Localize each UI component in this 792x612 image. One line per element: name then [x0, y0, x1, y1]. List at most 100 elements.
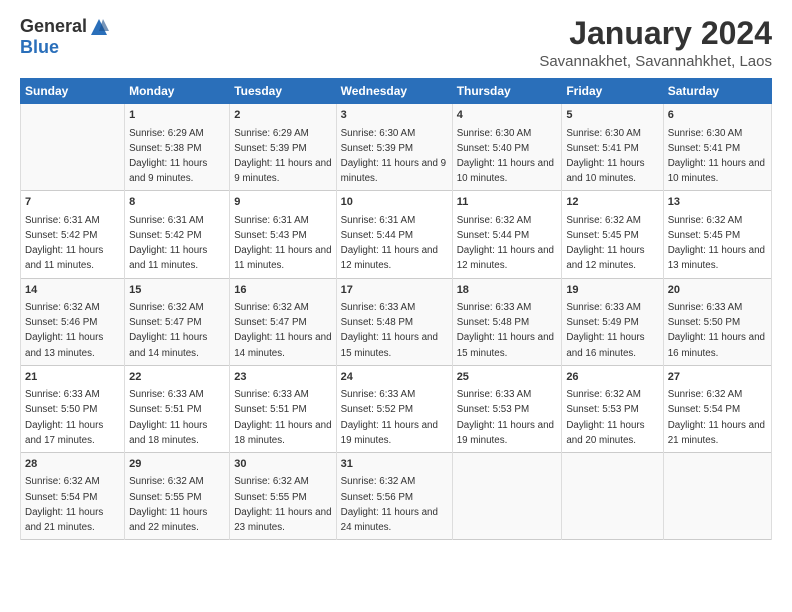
day-info: Sunrise: 6:32 AMSunset: 5:47 PMDaylight:… — [234, 302, 331, 359]
day-number: 4 — [457, 108, 558, 123]
day-number: 25 — [457, 370, 558, 385]
week-row-3: 21 Sunrise: 6:33 AMSunset: 5:50 PMDayligh… — [21, 365, 772, 452]
day-info: Sunrise: 6:33 AMSunset: 5:48 PMDaylight:… — [457, 302, 554, 359]
day-number: 31 — [341, 457, 448, 472]
header-friday: Friday — [562, 79, 663, 104]
day-info: Sunrise: 6:33 AMSunset: 5:53 PMDaylight:… — [457, 389, 554, 446]
day-number: 3 — [341, 108, 448, 123]
day-number: 19 — [566, 283, 658, 298]
header-tuesday: Tuesday — [230, 79, 336, 104]
day-number: 26 — [566, 370, 658, 385]
main-title: January 2024 — [539, 16, 772, 51]
day-number: 15 — [129, 283, 225, 298]
header-sunday: Sunday — [21, 79, 125, 104]
day-number: 20 — [668, 283, 767, 298]
cell-w0-d4: 4 Sunrise: 6:30 AMSunset: 5:40 PMDaylight… — [452, 104, 562, 191]
day-number: 24 — [341, 370, 448, 385]
cell-w1-d4: 11 Sunrise: 6:32 AMSunset: 5:44 PMDayligh… — [452, 191, 562, 278]
day-number: 7 — [25, 195, 120, 210]
cell-w1-d5: 12 Sunrise: 6:32 AMSunset: 5:45 PMDayligh… — [562, 191, 663, 278]
cell-w0-d5: 5 Sunrise: 6:30 AMSunset: 5:41 PMDaylight… — [562, 104, 663, 191]
day-info: Sunrise: 6:33 AMSunset: 5:51 PMDaylight:… — [234, 389, 331, 446]
day-info: Sunrise: 6:29 AMSunset: 5:39 PMDaylight:… — [234, 128, 331, 185]
cell-w2-d5: 19 Sunrise: 6:33 AMSunset: 5:49 PMDayligh… — [562, 278, 663, 365]
day-number: 18 — [457, 283, 558, 298]
day-info: Sunrise: 6:32 AMSunset: 5:53 PMDaylight:… — [566, 389, 644, 446]
cell-w3-d5: 26 Sunrise: 6:32 AMSunset: 5:53 PMDayligh… — [562, 365, 663, 452]
day-number: 12 — [566, 195, 658, 210]
calendar-table: Sunday Monday Tuesday Wednesday Thursday… — [20, 78, 772, 540]
day-number: 6 — [668, 108, 767, 123]
day-number: 10 — [341, 195, 448, 210]
day-number: 14 — [25, 283, 120, 298]
logo-blue: Blue — [20, 37, 59, 58]
day-number: 23 — [234, 370, 331, 385]
cell-w1-d2: 9 Sunrise: 6:31 AMSunset: 5:43 PMDaylight… — [230, 191, 336, 278]
day-number: 8 — [129, 195, 225, 210]
day-info: Sunrise: 6:30 AMSunset: 5:39 PMDaylight:… — [341, 128, 446, 185]
day-number: 9 — [234, 195, 331, 210]
logo: General Blue — [20, 16, 109, 58]
header: General Blue January 2024 Savannakhet, S… — [20, 16, 772, 70]
day-number: 30 — [234, 457, 331, 472]
day-info: Sunrise: 6:29 AMSunset: 5:38 PMDaylight:… — [129, 128, 207, 185]
cell-w1-d3: 10 Sunrise: 6:31 AMSunset: 5:44 PMDayligh… — [336, 191, 452, 278]
title-block: January 2024 Savannakhet, Savannahkhet, … — [539, 16, 772, 70]
day-info: Sunrise: 6:30 AMSunset: 5:40 PMDaylight:… — [457, 128, 554, 185]
day-info: Sunrise: 6:32 AMSunset: 5:55 PMDaylight:… — [234, 476, 331, 533]
day-info: Sunrise: 6:32 AMSunset: 5:55 PMDaylight:… — [129, 476, 207, 533]
cell-w1-d0: 7 Sunrise: 6:31 AMSunset: 5:42 PMDaylight… — [21, 191, 125, 278]
cell-w0-d2: 2Sunrise: 6:29 AMSunset: 5:39 PMDaylight… — [230, 104, 336, 191]
header-wednesday: Wednesday — [336, 79, 452, 104]
day-number: 17 — [341, 283, 448, 298]
cell-w2-d3: 17Sunrise: 6:33 AMSunset: 5:48 PMDayligh… — [336, 278, 452, 365]
cell-w0-d3: 3 Sunrise: 6:30 AMSunset: 5:39 PMDaylight… — [336, 104, 452, 191]
cell-w4-d5 — [562, 453, 663, 540]
cell-w2-d2: 16Sunrise: 6:32 AMSunset: 5:47 PMDayligh… — [230, 278, 336, 365]
header-thursday: Thursday — [452, 79, 562, 104]
day-info: Sunrise: 6:32 AMSunset: 5:45 PMDaylight:… — [566, 215, 644, 272]
day-number: 28 — [25, 457, 120, 472]
day-info: Sunrise: 6:33 AMSunset: 5:50 PMDaylight:… — [668, 302, 765, 359]
cell-w1-d6: 13 Sunrise: 6:32 AMSunset: 5:45 PMDayligh… — [663, 191, 771, 278]
cell-w3-d4: 25 Sunrise: 6:33 AMSunset: 5:53 PMDayligh… — [452, 365, 562, 452]
day-info: Sunrise: 6:31 AMSunset: 5:43 PMDaylight:… — [234, 215, 331, 272]
day-info: Sunrise: 6:32 AMSunset: 5:44 PMDaylight:… — [457, 215, 554, 272]
day-number: 13 — [668, 195, 767, 210]
cell-w0-d6: 6Sunrise: 6:30 AMSunset: 5:41 PMDaylight… — [663, 104, 771, 191]
cell-w3-d6: 27Sunrise: 6:32 AMSunset: 5:54 PMDayligh… — [663, 365, 771, 452]
sub-title: Savannakhet, Savannahkhet, Laos — [539, 53, 772, 70]
header-monday: Monday — [125, 79, 230, 104]
day-info: Sunrise: 6:32 AMSunset: 5:45 PMDaylight:… — [668, 215, 765, 272]
day-info: Sunrise: 6:32 AMSunset: 5:47 PMDaylight:… — [129, 302, 207, 359]
logo-general: General — [20, 16, 87, 37]
cell-w0-d1: 1Sunrise: 6:29 AMSunset: 5:38 PMDaylight… — [125, 104, 230, 191]
cell-w3-d2: 23 Sunrise: 6:33 AMSunset: 5:51 PMDayligh… — [230, 365, 336, 452]
cell-w3-d3: 24Sunrise: 6:33 AMSunset: 5:52 PMDayligh… — [336, 365, 452, 452]
day-info: Sunrise: 6:33 AMSunset: 5:49 PMDaylight:… — [566, 302, 644, 359]
day-number: 5 — [566, 108, 658, 123]
day-info: Sunrise: 6:32 AMSunset: 5:56 PMDaylight:… — [341, 476, 438, 533]
logo-icon — [89, 17, 109, 37]
cell-w4-d6 — [663, 453, 771, 540]
header-saturday: Saturday — [663, 79, 771, 104]
cell-w2-d4: 18 Sunrise: 6:33 AMSunset: 5:48 PMDayligh… — [452, 278, 562, 365]
day-number: 21 — [25, 370, 120, 385]
week-row-0: 1Sunrise: 6:29 AMSunset: 5:38 PMDaylight… — [21, 104, 772, 191]
cell-w4-d2: 30 Sunrise: 6:32 AMSunset: 5:55 PMDayligh… — [230, 453, 336, 540]
cell-w2-d1: 15 Sunrise: 6:32 AMSunset: 5:47 PMDayligh… — [125, 278, 230, 365]
cell-w4-d0: 28Sunrise: 6:32 AMSunset: 5:54 PMDayligh… — [21, 453, 125, 540]
day-info: Sunrise: 6:31 AMSunset: 5:42 PMDaylight:… — [25, 215, 103, 272]
day-number: 27 — [668, 370, 767, 385]
cell-w0-d0 — [21, 104, 125, 191]
day-info: Sunrise: 6:33 AMSunset: 5:50 PMDaylight:… — [25, 389, 103, 446]
day-info: Sunrise: 6:32 AMSunset: 5:46 PMDaylight:… — [25, 302, 103, 359]
cell-w2-d6: 20 Sunrise: 6:33 AMSunset: 5:50 PMDayligh… — [663, 278, 771, 365]
day-info: Sunrise: 6:31 AMSunset: 5:44 PMDaylight:… — [341, 215, 438, 272]
day-info: Sunrise: 6:30 AMSunset: 5:41 PMDaylight:… — [566, 128, 644, 185]
cell-w3-d1: 22Sunrise: 6:33 AMSunset: 5:51 PMDayligh… — [125, 365, 230, 452]
day-number: 29 — [129, 457, 225, 472]
day-number: 11 — [457, 195, 558, 210]
week-row-1: 7 Sunrise: 6:31 AMSunset: 5:42 PMDaylight… — [21, 191, 772, 278]
week-row-4: 28Sunrise: 6:32 AMSunset: 5:54 PMDayligh… — [21, 453, 772, 540]
